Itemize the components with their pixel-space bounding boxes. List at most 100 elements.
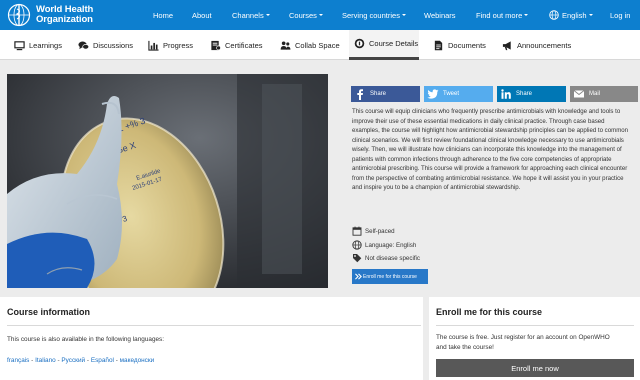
calendar-icon — [352, 226, 362, 236]
language-separator: - — [115, 357, 118, 364]
linkedin-share-button[interactable]: Share — [497, 86, 566, 102]
tab-progress-label: Progress — [163, 40, 194, 50]
chat-bubbles-icon — [78, 41, 89, 49]
language-link-french[interactable]: français — [7, 357, 29, 364]
tab-course-details[interactable]: Course Details — [349, 30, 419, 60]
nav-find-out-more-label: Find out more — [476, 10, 523, 20]
nav-home[interactable]: Home — [153, 11, 173, 20]
nav-about-label: About — [192, 10, 212, 20]
course-pace: Self-paced — [352, 226, 395, 236]
course-pace-label: Self-paced — [365, 227, 395, 235]
tab-certificates-label: Certificates — [225, 40, 263, 50]
certificate-icon — [211, 40, 221, 50]
bar-chart-icon — [148, 40, 159, 51]
chevron-down-icon — [265, 14, 270, 16]
language-selector[interactable]: English — [549, 10, 593, 20]
divider — [436, 325, 634, 326]
chevron-down-icon — [401, 14, 406, 16]
tab-collab-space[interactable]: Collab Space — [280, 30, 340, 60]
language-link-russian[interactable]: Русский — [61, 357, 85, 364]
tag-icon — [353, 254, 362, 263]
tab-documents-label: Documents — [448, 40, 486, 50]
nav-serving-countries[interactable]: Serving countries — [342, 11, 406, 20]
facebook-icon — [357, 89, 363, 100]
megaphone-icon — [502, 40, 511, 50]
language-link-macedonian[interactable]: македонски — [120, 357, 155, 364]
nav-webinars-label: Webinars — [424, 10, 456, 20]
who-logo[interactable]: World Health Organization — [6, 3, 93, 27]
nav-courses[interactable]: Courses — [289, 11, 323, 20]
enroll-section: Enroll me for this course The course is … — [429, 297, 640, 380]
mail-icon — [573, 90, 585, 98]
nav-channels[interactable]: Channels — [232, 11, 270, 20]
nav-courses-label: Courses — [289, 10, 317, 20]
course-disease-label: Not disease specific — [365, 254, 421, 262]
twitter-share-button[interactable]: Tweet — [424, 86, 493, 102]
twitter-icon — [427, 89, 439, 99]
course-information-section: Course information This course is also a… — [0, 297, 423, 380]
chevron-down-icon — [524, 14, 529, 16]
enroll-course-label: Enroll me for this course — [363, 273, 417, 280]
tab-discussions[interactable]: Discussions — [78, 30, 133, 60]
nav-serving-countries-label: Serving countries — [342, 10, 400, 20]
course-details-panel: Share Tweet Share Mail This course will … — [345, 74, 640, 288]
enroll-text-line-1: The course is free. Just register for an… — [436, 334, 610, 341]
nav-find-out-more[interactable]: Find out more — [476, 10, 529, 20]
tab-discussions-label: Discussions — [93, 40, 134, 50]
tab-learnings[interactable]: Learnings — [14, 30, 62, 60]
mail-share-label: Mail — [589, 91, 601, 97]
enroll-text-line-2: and take the course! — [436, 344, 494, 351]
course-information-title: Course information — [7, 307, 91, 317]
language-link-spanish[interactable]: Español — [91, 357, 114, 364]
double-chevron-icon — [355, 273, 362, 280]
twitter-share-label: Tweet — [443, 91, 460, 97]
nav-home-label: Home — [153, 10, 174, 20]
divider — [7, 325, 421, 326]
tab-announcements[interactable]: Announcements — [502, 30, 571, 60]
language-separator: - — [86, 357, 90, 364]
document-icon — [434, 40, 443, 50]
facebook-share-label: Share — [370, 91, 387, 97]
logo-line-2: Organization — [36, 14, 93, 25]
tab-certificates[interactable]: Certificates — [210, 30, 263, 60]
course-language: Language: English — [352, 240, 416, 250]
login-label: Log in — [610, 10, 631, 20]
mail-share-button[interactable]: Mail — [570, 86, 638, 102]
language-separator: - — [57, 357, 60, 364]
tab-announcements-label: Announcements — [517, 40, 572, 50]
course-hero-image: 1 +% 3 Ge X E.aiurilde 2015-01-17 2/3 — [7, 74, 328, 288]
enroll-section-title: Enroll me for this course — [436, 307, 543, 317]
available-languages-text: This course is also available in the fol… — [7, 336, 165, 343]
language-link-italian[interactable]: Italiano — [35, 357, 56, 364]
nav-channels-label: Channels — [232, 10, 264, 20]
course-description: This course will equip clinicians who fr… — [352, 108, 629, 192]
tab-progress[interactable]: Progress — [148, 30, 193, 60]
chevron-down-icon — [318, 14, 323, 16]
language-separator: - — [31, 357, 34, 364]
screen-icon — [14, 40, 25, 50]
language-label: English — [562, 10, 587, 20]
top-navigation-bar: World Health Organization Home About Cha… — [0, 0, 640, 30]
enroll-now-button[interactable]: Enroll me now — [436, 359, 634, 377]
info-circle-icon — [354, 38, 365, 49]
course-language-label: Language: English — [365, 241, 417, 249]
tab-documents[interactable]: Documents — [433, 30, 486, 60]
enroll-now-label: Enroll me now — [511, 363, 559, 373]
people-icon — [280, 40, 291, 50]
enroll-course-button[interactable]: Enroll me for this course — [352, 269, 428, 284]
login-link[interactable]: Log in — [610, 11, 630, 20]
globe-icon — [549, 10, 559, 20]
who-emblem-icon — [7, 3, 31, 27]
tab-course-details-label: Course Details — [369, 39, 419, 48]
petri-dish-photo: 1 +% 3 Ge X E.aiurilde 2015-01-17 2/3 — [7, 74, 328, 288]
course-sub-navigation: Learnings Discussions Progress Certifica… — [0, 30, 640, 60]
tab-learnings-label: Learnings — [29, 40, 62, 50]
nav-webinars[interactable]: Webinars — [424, 11, 456, 20]
facebook-share-button[interactable]: Share — [351, 86, 420, 102]
nav-about[interactable]: About — [192, 11, 212, 20]
linkedin-share-label: Share — [516, 91, 533, 97]
linkedin-icon — [501, 89, 511, 99]
language-links: français - Italiano - Русский - Español … — [7, 357, 154, 364]
tab-collab-space-label: Collab Space — [295, 40, 340, 50]
globe-icon — [352, 240, 362, 250]
